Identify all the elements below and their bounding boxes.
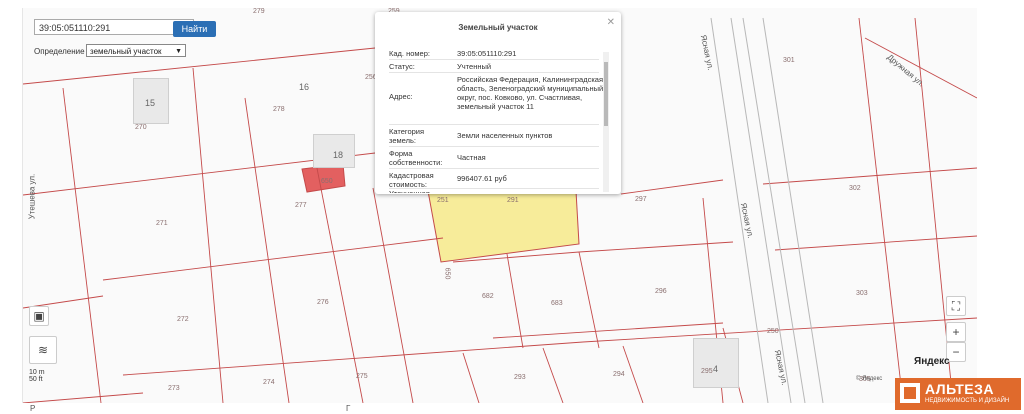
- close-icon[interactable]: ✕: [607, 17, 615, 28]
- parcel-label: 650: [443, 267, 451, 280]
- parcel-label: 682: [482, 293, 494, 300]
- region-number: 15: [145, 98, 156, 108]
- ruler-icon[interactable]: ▣: [29, 306, 49, 326]
- scale-feet: 50 ft: [29, 376, 43, 383]
- altesa-logo: АЛЬТЕЗА НЕДВИЖИМОСТЬ И ДИЗАЙН: [895, 378, 1021, 410]
- info-value: Учтенный: [457, 62, 492, 71]
- parcel-label: 291: [507, 197, 519, 204]
- building: [693, 338, 739, 388]
- logo-title: АЛЬТЕЗА: [925, 381, 995, 397]
- logo-subtitle: НЕДВИЖИМОСТЬ И ДИЗАЙН: [925, 398, 1010, 404]
- parcel-info-popup: Земельный участок ✕ Кад. номер: 39:05:051…: [375, 12, 621, 194]
- region-number: 16: [299, 82, 310, 92]
- info-value: Российская Федерация, Калининградская об…: [457, 75, 604, 111]
- parcel-label: 683: [551, 300, 563, 307]
- footer-text-left: Р: [30, 404, 36, 413]
- parcel-label: 295: [701, 368, 713, 375]
- footer-text-right: Г: [346, 404, 351, 413]
- info-value: Частная: [457, 153, 486, 162]
- info-row: Статус: Учтенный: [389, 61, 599, 73]
- popup-scrollbar[interactable]: [603, 52, 609, 192]
- parcel-label: 277: [295, 202, 307, 209]
- scrollbar-thumb[interactable]: [604, 62, 608, 126]
- parcel-label: 274: [263, 379, 275, 386]
- region-number: 4: [713, 364, 719, 374]
- search-button[interactable]: Найти: [173, 21, 216, 37]
- chevron-down-icon: ▼: [175, 48, 182, 55]
- popup-title: Земельный участок: [458, 23, 538, 32]
- info-row: Кадастровая стоимость: 996407.61 руб: [389, 170, 599, 189]
- info-key: Форма собственности:: [389, 149, 443, 167]
- street-label: Утешева ул.: [27, 173, 37, 220]
- parcel-label: 302: [849, 185, 861, 192]
- parcel-label: 250: [767, 328, 779, 335]
- info-key: Адрес:: [389, 92, 413, 101]
- parcel-label: 297: [635, 196, 647, 203]
- parcel-label: 278: [273, 106, 285, 113]
- definition-label: Определение: [34, 47, 85, 56]
- info-value: 996407.61 руб: [457, 174, 507, 183]
- parcel-label: 251: [437, 197, 449, 204]
- map-copyright: © Яндекс: [856, 376, 883, 382]
- scale-meters: 10 m: [29, 369, 45, 376]
- altesa-logo-icon: [900, 383, 920, 403]
- info-key: Статус:: [389, 62, 415, 71]
- parcel-label: 279: [253, 8, 265, 15]
- yandex-logo: Яндекс: [914, 356, 950, 367]
- info-row: Адрес: Российская Федерация, Калининградс…: [389, 74, 603, 125]
- parcel-label: 271: [156, 220, 168, 227]
- cadastral-map[interactable]: 15 16 18 4 279 259 256 270 278 251 291 2…: [22, 8, 977, 403]
- parcel-label: 303: [856, 290, 868, 297]
- definition-select-value: земельный участок: [90, 47, 162, 56]
- parcel-label: 270: [135, 124, 147, 131]
- info-row: Кад. номер: 39:05:051110:291: [389, 48, 599, 60]
- info-key: Категория земель:: [389, 127, 425, 145]
- parcel-label: 294: [613, 371, 625, 378]
- parcel-label: 276: [317, 299, 329, 306]
- info-key: Кадастровая стоимость:: [389, 171, 434, 189]
- zoom-in-button[interactable]: +: [946, 322, 966, 342]
- info-key: Кад. номер:: [389, 49, 430, 58]
- info-row: Форма собственности: Частная: [389, 148, 599, 169]
- parcel-label: 275: [356, 373, 368, 380]
- info-row: Категория земель: Земли населенных пункто…: [389, 126, 599, 147]
- layers-icon[interactable]: ≋: [29, 336, 57, 364]
- region-number: 18: [333, 150, 344, 160]
- map-scale: 10 m 50 ft: [29, 369, 45, 383]
- selected-parcel: [427, 190, 580, 263]
- parcel-label: 650: [321, 178, 333, 185]
- parcel-label: 272: [177, 316, 189, 323]
- parcel-label: 301: [783, 57, 795, 64]
- definition-select[interactable]: земельный участок ▼: [86, 44, 186, 57]
- info-value: Земли населенных пунктов: [457, 131, 553, 140]
- parcel-label: 293: [514, 374, 526, 381]
- parcel-label: 273: [168, 385, 180, 392]
- cadastral-search-input[interactable]: 39:05:051110:291: [34, 19, 194, 35]
- parcel-label: 296: [655, 288, 667, 295]
- info-key: Уточненная: [389, 189, 453, 193]
- fullscreen-icon[interactable]: ⛶: [946, 296, 966, 316]
- info-row: Уточненная: [389, 188, 599, 193]
- info-value: 39:05:051110:291: [457, 49, 517, 58]
